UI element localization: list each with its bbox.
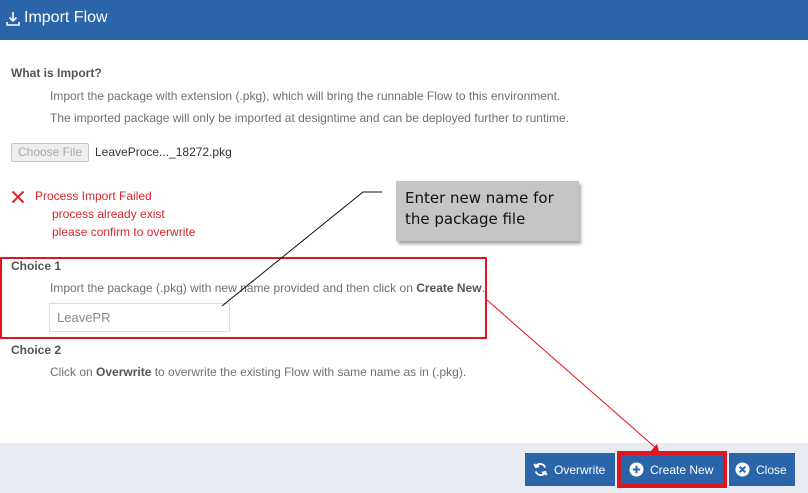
error-line1: process already exist [52,207,165,221]
error-title: Process Import Failed [35,189,152,203]
annotation-arrows [221,191,660,455]
create-new-button[interactable]: Create New [617,451,727,488]
selected-filename: LeaveProce..._18272.pkg [95,145,232,159]
refresh-icon [533,463,548,476]
error-x-icon [11,190,25,204]
overwrite-button[interactable]: Overwrite [525,453,615,486]
download-icon [6,12,20,26]
annotation-callout: Enter new name for the package file [396,181,579,241]
error-line2: please confirm to overwrite [52,225,196,239]
what-is-import-heading: What is Import? [11,66,102,80]
choice1-highlight-box [0,257,487,339]
overwrite-label: Overwrite [554,462,606,477]
callout-line2: the package file [405,210,526,228]
choose-file-button[interactable]: Choose File [11,143,89,162]
create-new-label: Create New [650,462,714,477]
dialog-title: Import Flow [24,9,108,26]
import-description-line1: Import the package with extension (.pkg)… [50,89,561,103]
choice2-description: Click on Overwrite to overwrite the exis… [50,365,467,379]
import-description-line2: The imported package will only be import… [50,111,569,125]
callout-line1: Enter new name for [405,189,554,207]
plus-circle-icon [629,462,644,477]
close-button[interactable]: Close [729,453,795,486]
close-circle-icon [735,462,750,477]
dialog-header: Import Flow [0,0,808,40]
close-label: Close [756,462,787,477]
create-new-arrow-line [486,299,658,450]
choice2-heading: Choice 2 [11,343,62,357]
